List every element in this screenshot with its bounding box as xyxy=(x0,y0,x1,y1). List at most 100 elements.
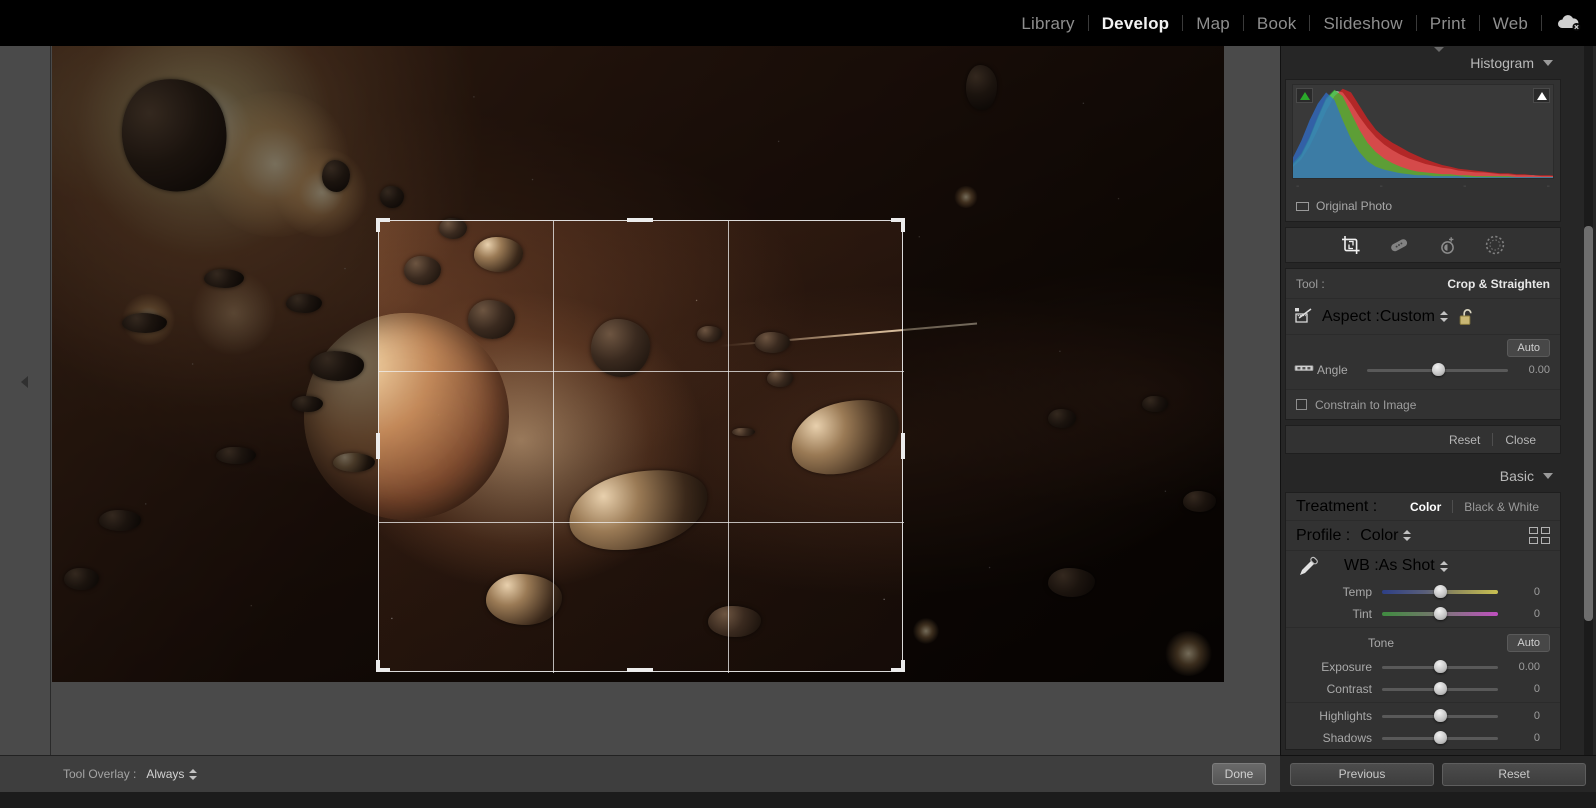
spot-removal-icon[interactable] xyxy=(1388,234,1410,256)
right-panel-scrollbar-thumb[interactable] xyxy=(1584,226,1593,621)
photo-frame-icon xyxy=(1296,201,1309,211)
image-canvas[interactable] xyxy=(51,46,1280,755)
white-balance-eyedropper-icon[interactable] xyxy=(1296,553,1322,579)
crop-overlay-icon[interactable] xyxy=(1340,234,1362,256)
exposure-slider-track[interactable] xyxy=(1382,660,1498,673)
aspect-stepper-icon[interactable] xyxy=(1439,310,1449,323)
white-balance-row: WB : As Shot xyxy=(1286,551,1560,581)
masking-icon[interactable] xyxy=(1484,234,1506,256)
histogram-chart[interactable] xyxy=(1292,84,1554,179)
crop-handle-bottom-right-v[interactable] xyxy=(901,660,905,672)
crop-handle-top-center[interactable] xyxy=(627,218,653,222)
left-panel-collapsed[interactable] xyxy=(0,46,51,755)
crop-handle-bottom-left-v[interactable] xyxy=(376,660,380,672)
crop-handle-top-right-v[interactable] xyxy=(901,218,905,232)
shadows-slider-knob[interactable] xyxy=(1434,731,1447,744)
reset-button[interactable]: Reset xyxy=(1442,762,1586,786)
module-develop[interactable]: Develop xyxy=(1089,15,1183,32)
crop-handle-left-middle[interactable] xyxy=(376,433,380,459)
crop-frame-icon[interactable] xyxy=(1294,307,1314,326)
done-button[interactable]: Done xyxy=(1212,763,1266,785)
profile-value[interactable]: Color xyxy=(1360,527,1398,545)
tool-row: Tool : Crop & Straighten xyxy=(1286,269,1560,299)
lightroom-develop-window: Library Develop Map Book Slideshow Print Web xyxy=(0,0,1596,808)
tool-strip-block xyxy=(1285,227,1561,263)
crop-handle-bottom-center[interactable] xyxy=(627,668,653,672)
module-map[interactable]: Map xyxy=(1183,15,1243,32)
aspect-value[interactable]: Custom xyxy=(1380,308,1435,326)
presence-sliders: Highlights 0 Shadows 0 xyxy=(1286,705,1560,749)
original-photo-row[interactable]: Original Photo xyxy=(1286,192,1560,221)
temp-slider-knob[interactable] xyxy=(1434,585,1447,598)
highlight-clipping-indicator-icon[interactable] xyxy=(1533,88,1550,103)
tint-slider-knob[interactable] xyxy=(1434,607,1447,620)
tint-slider-track[interactable] xyxy=(1382,607,1498,620)
tool-label: Tool : xyxy=(1296,276,1325,291)
histogram-panel-header[interactable]: Histogram xyxy=(1285,46,1561,79)
shadows-slider-track[interactable] xyxy=(1382,731,1498,744)
unlocked-padlock-icon[interactable] xyxy=(1459,307,1476,326)
angle-value[interactable]: 0.00 xyxy=(1518,364,1550,376)
shadow-clipping-indicator-icon[interactable] xyxy=(1296,88,1313,103)
exposure-value[interactable]: 0.00 xyxy=(1508,661,1540,673)
module-web[interactable]: Web xyxy=(1480,15,1541,32)
histogram-block: - - - - Original Photo xyxy=(1285,79,1561,222)
red-eye-correction-icon[interactable] xyxy=(1436,234,1458,256)
basic-panel-header[interactable]: Basic xyxy=(1285,459,1561,492)
cloud-sync-icon[interactable] xyxy=(1556,14,1582,32)
chevron-down-icon[interactable] xyxy=(1543,472,1553,479)
highlights-slider-knob[interactable] xyxy=(1434,709,1447,722)
crop-close-button[interactable]: Close xyxy=(1493,433,1548,447)
histogram-tick-labels: ---- xyxy=(1286,179,1560,192)
aspect-label: Aspect : xyxy=(1322,307,1380,325)
asteroid xyxy=(473,236,524,272)
contrast-value[interactable]: 0 xyxy=(1508,683,1540,695)
angle-label: Angle xyxy=(1317,363,1348,377)
constrain-row[interactable]: Constrain to Image xyxy=(1286,389,1560,419)
shadows-value[interactable]: 0 xyxy=(1508,732,1540,744)
constrain-label: Constrain to Image xyxy=(1315,397,1417,412)
previous-button[interactable]: Previous xyxy=(1290,762,1434,786)
tool-overlay-value[interactable]: Always xyxy=(146,767,184,781)
highlights-value[interactable]: 0 xyxy=(1508,710,1540,722)
asteroid xyxy=(766,370,793,387)
module-slideshow[interactable]: Slideshow xyxy=(1310,15,1415,32)
contrast-slider-knob[interactable] xyxy=(1434,682,1447,695)
straighten-level-icon[interactable] xyxy=(1294,361,1314,380)
angle-slider-track[interactable] xyxy=(1367,363,1508,376)
temp-value[interactable]: 0 xyxy=(1508,586,1540,598)
chevron-down-icon[interactable] xyxy=(1543,59,1553,66)
temp-slider-track[interactable] xyxy=(1382,585,1498,598)
module-book[interactable]: Book xyxy=(1244,15,1310,32)
tone-auto-button[interactable]: Auto xyxy=(1507,634,1550,652)
wb-value[interactable]: As Shot xyxy=(1379,557,1435,575)
highlights-slider-track[interactable] xyxy=(1382,709,1498,722)
tool-overlay-stepper-icon[interactable] xyxy=(189,768,198,781)
left-panel-expand-arrow-icon[interactable] xyxy=(21,376,28,388)
treatment-option-black-white[interactable]: Black & White xyxy=(1453,500,1550,514)
temp-slider-row: Temp 0 xyxy=(1296,581,1550,603)
angle-auto-button[interactable]: Auto xyxy=(1507,339,1550,357)
angle-section: Auto Angle 0.00 xyxy=(1286,335,1560,389)
crop-reset-button[interactable]: Reset xyxy=(1437,433,1492,447)
contrast-slider-track[interactable] xyxy=(1382,682,1498,695)
photo-viewport[interactable] xyxy=(52,46,1224,682)
asteroid xyxy=(438,217,467,240)
module-library[interactable]: Library xyxy=(1008,15,1087,32)
asteroid xyxy=(468,300,515,339)
histogram-tick: - xyxy=(1379,181,1383,192)
constrain-checkbox[interactable] xyxy=(1296,399,1307,410)
module-print[interactable]: Print xyxy=(1417,15,1479,32)
shadows-label: Shadows xyxy=(1322,731,1372,745)
wb-stepper-icon[interactable] xyxy=(1439,560,1449,573)
treatment-option-color[interactable]: Color xyxy=(1399,500,1452,514)
angle-slider-row: Angle 0.00 xyxy=(1286,359,1560,381)
exposure-slider-knob[interactable] xyxy=(1434,660,1447,673)
crop-handle-top-left-v[interactable] xyxy=(376,218,380,232)
crop-handle-right-middle[interactable] xyxy=(901,433,905,459)
profile-browser-grid-icon[interactable] xyxy=(1529,527,1550,544)
module-list: Library Develop Map Book Slideshow Print Web xyxy=(1008,15,1542,32)
profile-stepper-icon[interactable] xyxy=(1403,529,1412,542)
tint-value[interactable]: 0 xyxy=(1508,608,1540,620)
angle-slider-knob[interactable] xyxy=(1431,363,1445,376)
